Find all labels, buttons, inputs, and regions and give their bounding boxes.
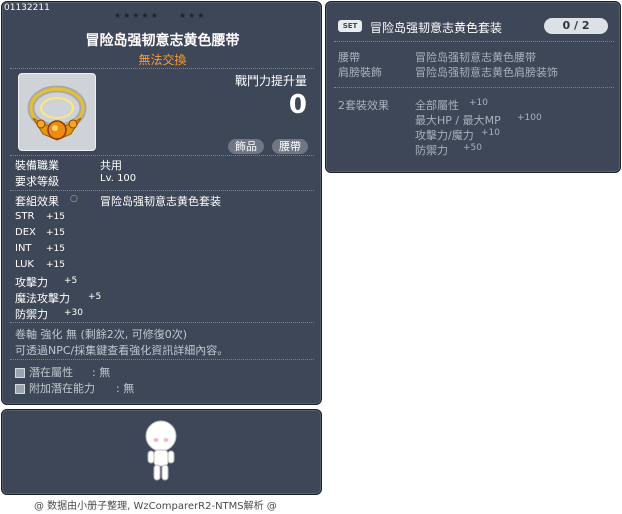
set-effect-label: 攻擊力/魔力 bbox=[415, 129, 474, 142]
stat-magic-attack-value: +5 bbox=[88, 292, 102, 302]
additional-potential-label: 附加潛在能力 bbox=[29, 382, 95, 395]
set-part-slot: 腰帶 bbox=[338, 51, 360, 64]
untradeable-label: 無法交換 bbox=[138, 53, 187, 67]
req-job-value: 共用 bbox=[100, 159, 122, 172]
divider bbox=[10, 155, 314, 156]
item-id: 01132211 bbox=[4, 3, 50, 13]
req-level-value: Lv. 100 bbox=[100, 173, 137, 184]
set-effect-value: +100 bbox=[517, 113, 542, 123]
stat-defense-label: 防禦力 bbox=[15, 308, 48, 321]
set-name: 冒险岛强韧意志黄色套装 bbox=[370, 21, 503, 35]
set-effect-value[interactable]: 冒险岛强韧意志黄色套装 bbox=[100, 193, 221, 209]
avatar-character-icon bbox=[145, 420, 177, 481]
avatar-preview-panel bbox=[1, 409, 322, 495]
set-effect-label: 全部屬性 bbox=[415, 99, 459, 112]
req-level-label: 要求等級 bbox=[15, 175, 59, 188]
footer-credit: @ 数据由小册子整理, WzComparerR2-NTMS解析 @ bbox=[34, 501, 277, 512]
set-effect-label: 套組效果 bbox=[15, 195, 59, 208]
stat-luk-value: +15 bbox=[46, 260, 65, 270]
set-effect-value: +10 bbox=[469, 98, 488, 108]
stat-attack-label: 攻擊力 bbox=[15, 276, 48, 289]
set-count-badge: 0 / 2 bbox=[544, 18, 608, 34]
set-effect-value: +50 bbox=[463, 143, 482, 153]
stat-luk-label: LUK bbox=[15, 259, 34, 270]
stat-int-value: +15 bbox=[46, 244, 65, 254]
lock-icon: ○ bbox=[70, 194, 78, 204]
combat-power-label: 戰鬥力提升量 bbox=[234, 74, 307, 88]
divider bbox=[10, 190, 314, 191]
potential-label: 潛在屬性 bbox=[29, 366, 73, 379]
tag-belt: 腰帶 bbox=[272, 139, 308, 154]
star-force-group-2: ★★★ bbox=[179, 11, 207, 20]
set-effect-label: 防禦力 bbox=[415, 144, 448, 157]
set-effect-label: 最大HP / 最大MP bbox=[415, 114, 501, 127]
item-tooltip-panel: 01132211 ★★★★★ ★★★ 冒险岛强韧意志黄色腰带 無法交換 戰鬥力提… bbox=[1, 1, 322, 405]
set-badge: SET bbox=[338, 20, 362, 32]
set-effect-value: +10 bbox=[481, 128, 500, 138]
divider bbox=[10, 322, 314, 323]
stat-str-value: +15 bbox=[46, 212, 65, 222]
stat-dex-label: DEX bbox=[15, 227, 36, 238]
scroll-upgrade-info: 卷軸 強化 無 (剩餘2次, 可修復0次) bbox=[15, 328, 188, 341]
stat-magic-attack-label: 魔法攻擊力 bbox=[15, 292, 70, 305]
divider bbox=[10, 68, 314, 69]
set-info-panel: SET 冒险岛强韧意志黄色套装 0 / 2 腰帶 冒险岛强韧意志黄色腰带 肩膀裝… bbox=[325, 1, 621, 173]
set-part-item: 冒险岛强韧意志黄色肩膀装饰 bbox=[415, 66, 558, 79]
item-icon-frame bbox=[18, 73, 96, 151]
stat-defense-value: +30 bbox=[64, 308, 83, 318]
additional-potential-value: : 無 bbox=[116, 382, 135, 395]
star-force-group-1: ★★★★★ bbox=[114, 11, 160, 20]
divider bbox=[334, 41, 614, 42]
stat-dex-value: +15 bbox=[46, 228, 65, 238]
belt-item-icon bbox=[27, 85, 87, 141]
set-part-item: 冒险岛强韧意志黄色腰带 bbox=[415, 51, 536, 64]
stat-str-label: STR bbox=[15, 211, 35, 222]
divider bbox=[334, 87, 614, 88]
stat-attack-value: +5 bbox=[64, 276, 78, 286]
stat-int-label: INT bbox=[15, 243, 32, 254]
set-part-slot: 肩膀裝飾 bbox=[338, 66, 382, 79]
combat-power-value: 0 bbox=[288, 90, 307, 120]
scroll-upgrade-hint: 可透過NPC/採集鍵查看強化資訊詳細內容。 bbox=[15, 344, 229, 357]
req-job-label: 裝備職業 bbox=[15, 159, 59, 172]
potential-value: : 無 bbox=[92, 366, 111, 379]
potential-row: 潛在屬性 bbox=[15, 364, 73, 380]
set-effect-count-label: 2套裝效果 bbox=[338, 99, 389, 112]
potential-square-icon bbox=[15, 384, 25, 394]
potential-square-icon bbox=[15, 368, 25, 378]
tag-accessory: 飾品 bbox=[228, 139, 264, 154]
additional-potential-row: 附加潛在能力 bbox=[15, 380, 95, 396]
item-name: 冒险岛强韧意志黄色腰带 bbox=[85, 33, 240, 49]
divider bbox=[10, 359, 314, 360]
